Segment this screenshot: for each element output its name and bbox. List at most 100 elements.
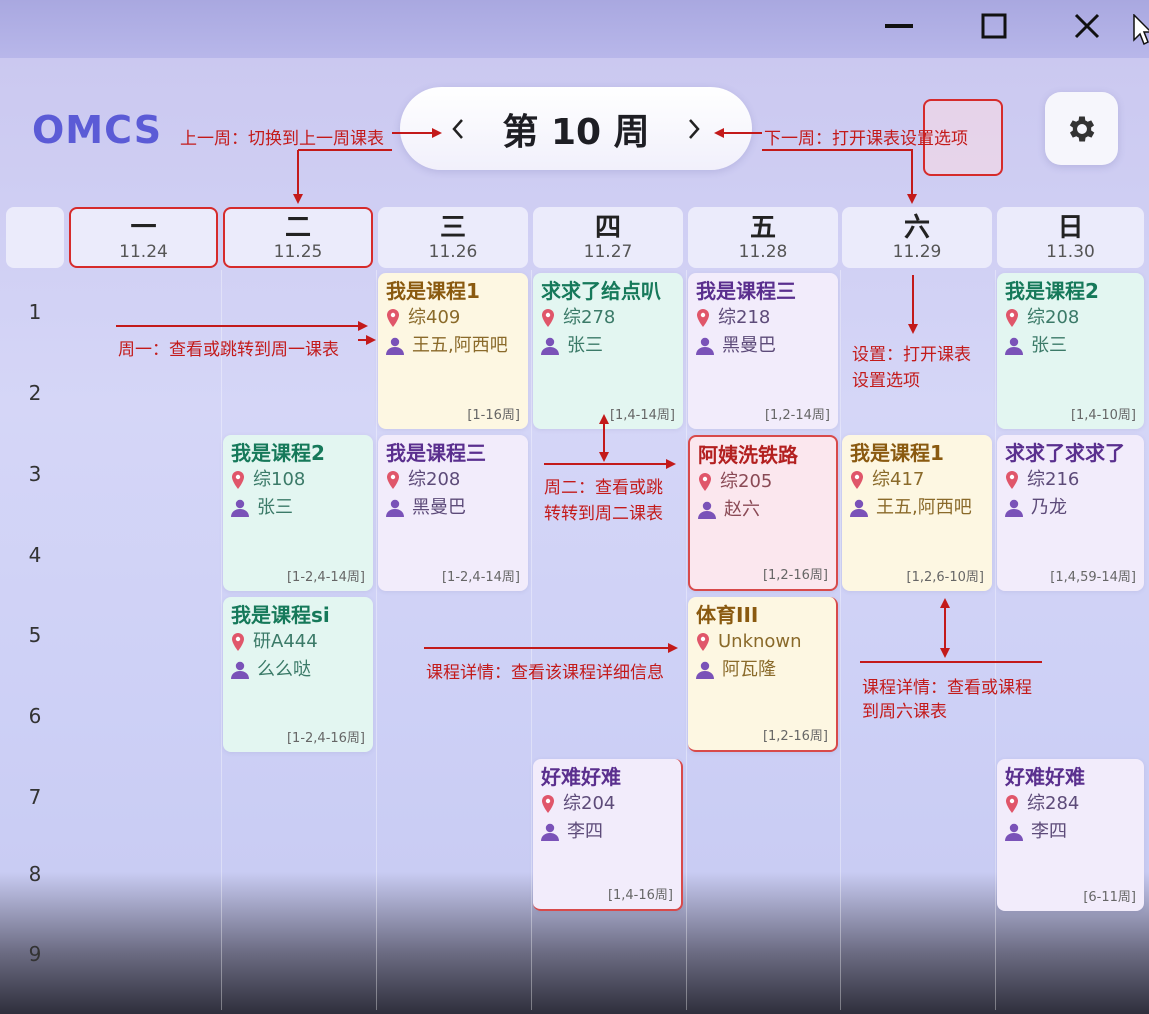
course-card[interactable]: 我是课程1 综417 王五,阿西吧 [1,2,6-10周] [842, 435, 992, 591]
course-room: 综108 [253, 469, 306, 490]
app-logo: OMCS [32, 108, 163, 152]
course-card[interactable]: 好难好难 综204 李四 [1,4-16周] [533, 759, 683, 911]
next-week-button[interactable] [674, 107, 714, 151]
course-weeks: [1-16周] [467, 408, 520, 423]
day-header-fri[interactable]: 五 11.28 [688, 207, 838, 268]
course-card[interactable]: 我是课程2 综108 张三 [1-2,4-14周] [223, 435, 373, 591]
course-name: 我是课程2 [231, 441, 325, 465]
course-weeks: [1-2,4-14周] [441, 570, 520, 585]
grid-line [221, 270, 222, 1010]
grid-line [995, 270, 996, 1010]
course-weeks: [1,2-16周] [762, 568, 828, 583]
course-card[interactable]: 我是课程三 综208 黑曼巴 [1-2,4-14周] [378, 435, 528, 591]
course-name: 我是课程三 [696, 279, 796, 303]
course-card[interactable]: 我是课程si 研A444 么么哒 [1-2,4-16周] [223, 597, 373, 752]
person-icon [231, 661, 249, 679]
course-teacher: 乃龙 [1031, 497, 1067, 518]
location-pin-icon [1006, 795, 1018, 813]
course-teacher: 黑曼巴 [722, 335, 776, 356]
minimize-icon [885, 24, 913, 28]
person-icon [698, 501, 716, 519]
settings-button[interactable] [1045, 92, 1118, 165]
course-name: 我是课程1 [850, 441, 944, 465]
course-room: 综208 [1027, 307, 1080, 328]
annotation-prev-week: 上一周：切换到上一周课表 [180, 129, 384, 149]
course-teacher: 王五,阿西吧 [876, 497, 972, 518]
slot-number: 1 [28, 300, 42, 324]
location-pin-icon [542, 795, 554, 813]
maximize-button[interactable] [964, 0, 1024, 52]
person-icon [541, 337, 559, 355]
annotation-tuesday: 转转到周二课表 [544, 504, 663, 524]
location-pin-icon [697, 633, 709, 651]
day-name: 二 [284, 212, 311, 243]
course-card[interactable]: 好难好难 综284 李四 [6-11周] [997, 759, 1144, 911]
annotation-settings: 设置：打开课表 [852, 345, 971, 365]
person-icon [386, 337, 404, 355]
person-icon [696, 661, 714, 679]
week-title: 第 10 周 [502, 111, 650, 153]
course-card[interactable]: 阿姨洗铁路 综205 赵六 [1,2-16周] [688, 435, 838, 591]
day-date: 11.24 [119, 241, 168, 262]
slot-number: 5 [28, 623, 42, 647]
person-icon [1005, 823, 1023, 841]
slot-number: 3 [28, 462, 42, 486]
course-card[interactable]: 求求了给点叭 综278 张三 [1,4-14周] [533, 273, 683, 429]
grid-line [376, 270, 377, 1010]
day-header-wed[interactable]: 三 11.26 [378, 207, 528, 268]
course-teacher: 王五,阿西吧 [412, 335, 508, 356]
day-date: 11.26 [428, 241, 478, 262]
annotation-course-detail-sat: 课程详情：查看或课程 [862, 678, 1032, 698]
course-card[interactable]: 我是课程2 综208 张三 [1,4-10周] [997, 273, 1144, 429]
day-date: 11.29 [892, 241, 942, 262]
day-header-tue[interactable]: 二 11.25 [223, 207, 373, 268]
close-button[interactable] [1057, 0, 1117, 52]
course-name: 求求了给点叭 [541, 279, 661, 303]
day-name: 一 [130, 212, 157, 243]
day-header-sat[interactable]: 六 11.29 [842, 207, 992, 268]
course-name: 体育III [696, 603, 759, 627]
course-teacher: 张三 [1031, 335, 1067, 356]
course-card[interactable]: 体育III Unknown 阿瓦隆 [1,2-16周] [688, 597, 838, 752]
person-icon [696, 337, 714, 355]
course-room: 综409 [408, 307, 461, 328]
course-weeks: [1,2,6-10周] [906, 570, 984, 585]
minimize-button[interactable] [870, 0, 930, 52]
course-room: 综208 [408, 469, 461, 490]
close-icon [1074, 13, 1100, 39]
location-pin-icon [232, 633, 244, 651]
day-header-mon[interactable]: 一 11.24 [69, 207, 218, 268]
location-pin-icon [232, 471, 244, 489]
course-weeks: [1,2-14周] [764, 408, 830, 423]
grid-line [531, 270, 532, 1010]
grid-line [686, 270, 687, 1010]
annotation-next-week: 下一周：打开课表设置选项 [764, 129, 968, 149]
course-room: 综417 [872, 469, 925, 490]
day-header-thu[interactable]: 四 11.27 [533, 207, 683, 268]
course-weeks: [1-2,4-14周] [286, 570, 365, 585]
location-pin-icon [387, 309, 399, 327]
day-date: 11.28 [738, 241, 788, 262]
day-header-sun[interactable]: 日 11.30 [997, 207, 1144, 268]
slot-number: 8 [28, 862, 42, 886]
day-name: 六 [903, 212, 930, 243]
course-name: 求求了求求了 [1005, 441, 1125, 465]
course-teacher: 赵六 [724, 499, 760, 520]
course-teacher: 李四 [567, 821, 603, 842]
course-card[interactable]: 我是课程三 综218 黑曼巴 [1,2-14周] [688, 273, 838, 429]
person-icon [386, 499, 404, 517]
course-card[interactable]: 求求了求求了 综216 乃龙 [1,4,59-14周] [997, 435, 1144, 591]
prev-week-button[interactable] [438, 107, 478, 151]
slot-number: 4 [28, 543, 42, 567]
mouse-cursor-icon [1133, 14, 1149, 46]
window-titlebar [0, 0, 1149, 58]
course-card[interactable]: 我是课程1 综409 王五,阿西吧 [1-16周] [378, 273, 528, 429]
slot-number: 7 [28, 785, 42, 809]
day-name: 三 [439, 212, 466, 243]
course-teacher: 张三 [257, 497, 293, 518]
annotation-settings: 设置选项 [852, 371, 920, 391]
course-name: 我是课程si [231, 603, 330, 627]
location-pin-icon [851, 471, 863, 489]
course-room: 综205 [720, 471, 773, 492]
location-pin-icon [387, 471, 399, 489]
